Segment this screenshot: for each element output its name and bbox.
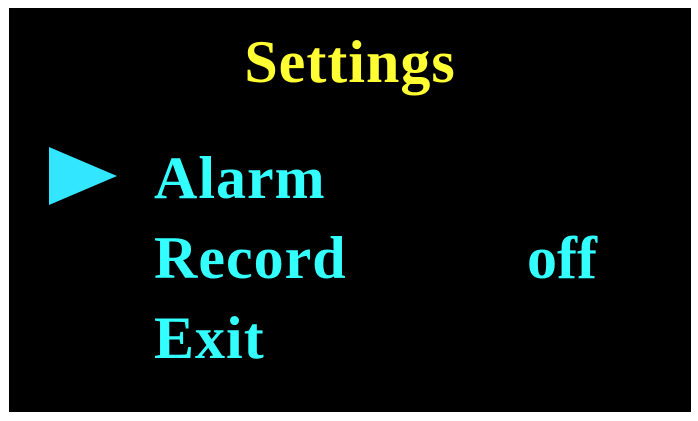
selection-cursor-icon [49,147,117,205]
triangle-right-icon [49,147,117,205]
menu-item-exit[interactable]: Exit [154,308,265,368]
osd-screen: Settings Alarm Record off Exit [9,8,691,412]
menu-title: Settings [244,29,456,95]
menu-item-record[interactable]: Record [154,228,347,288]
menu-item-alarm[interactable]: Alarm [154,148,326,208]
record-value[interactable]: off [527,228,597,288]
